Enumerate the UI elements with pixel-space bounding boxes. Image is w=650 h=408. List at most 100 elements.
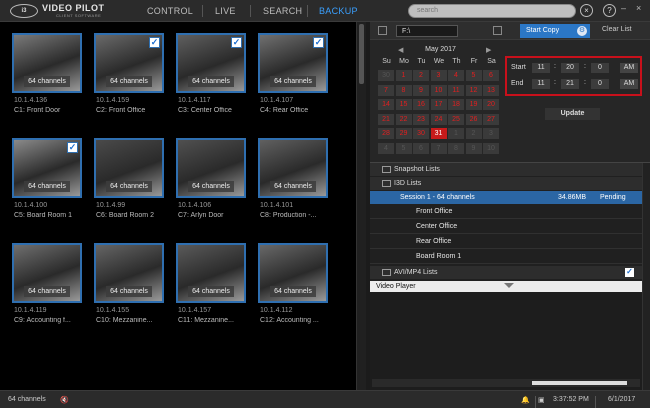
calendar-day[interactable]: 10 [430,84,447,96]
camera-thumbnail[interactable]: 64 channels [258,138,328,198]
camera-checkbox[interactable]: ✓ [231,37,242,48]
camera-thumbnail[interactable]: 64 channels [176,138,246,198]
calendar-day[interactable]: 9 [465,142,482,154]
camera-tile[interactable]: 64 channels 10.1.4.101 C8: Production -... [258,138,328,224]
calendar-day[interactable]: 2 [413,70,429,81]
calendar-day[interactable]: 31 [430,128,447,139]
calendar-day[interactable]: 25 [448,113,464,125]
calendar-day[interactable]: 4 [448,70,464,81]
camera-tile[interactable]: 64 channels 10.1.4.157 C11: Mezzanine... [176,243,246,329]
calendar-day[interactable]: 30 [378,70,394,81]
calendar-day[interactable]: 17 [430,99,447,110]
calendar-day[interactable]: 30 [413,128,429,139]
camera-thumbnail[interactable]: 64 channels [12,33,82,93]
calendar-day[interactable]: 28 [378,128,394,139]
camera-tile[interactable]: 64 channels ✓ 10.1.4.117 C3: Center Office [176,33,246,119]
camera-thumbnail[interactable]: 64 channels ✓ [258,33,328,93]
close-icon[interactable]: × [636,3,641,13]
calendar-day[interactable]: 14 [378,99,394,110]
camera-tile[interactable]: 64 channels 10.1.4.136 C1: Front Door [12,33,82,119]
camera-thumbnail[interactable]: 64 channels [94,138,164,198]
calendar-day[interactable]: 20 [483,99,499,110]
calendar-day[interactable]: 2 [465,128,482,139]
search-input[interactable]: search [408,4,576,18]
calendar-day[interactable]: 27 [483,113,499,125]
alarm-icon[interactable]: 🔔 [521,396,530,404]
camera-tile[interactable]: 64 channels 10.1.4.112 C12: Accounting ... [258,243,328,329]
start-copy-button[interactable]: Start Copy ⚙ [520,24,590,38]
camera-checkbox[interactable]: ✓ [313,37,324,48]
next-month-icon[interactable]: ▶ [486,46,491,54]
camera-tile[interactable]: 64 channels ✓ 10.1.4.107 C4: Rear Office [258,33,328,119]
camera-tile[interactable]: 64 channels ✓ 10.1.4.159 C2: Front Office [94,33,164,119]
session-item[interactable]: Center Office [370,220,642,234]
calendar-day[interactable]: 18 [448,99,464,110]
calendar-day[interactable]: 15 [395,99,412,110]
video-scrollbar[interactable] [372,379,640,387]
calendar-day[interactable]: 8 [448,142,464,154]
nav-search[interactable]: SEARCH [263,6,302,16]
calendar-day[interactable]: 19 [465,99,482,110]
calendar-day[interactable]: 6 [483,70,499,81]
calendar-day[interactable]: 29 [395,128,412,139]
nav-live[interactable]: LIVE [215,6,236,16]
camera-thumbnail[interactable]: 64 channels [12,243,82,303]
end-ampm[interactable]: AM [620,79,638,89]
start-second[interactable]: 0 [591,63,609,73]
help-icon[interactable]: ? [603,4,616,17]
i3d-lists-header[interactable]: I3D Lists [370,177,642,190]
start-hour[interactable]: 11 [532,63,550,73]
calendar-day[interactable]: 23 [413,113,429,125]
session-item[interactable]: Front Office [370,205,642,219]
calendar-day[interactable]: 3 [483,128,499,139]
video-player-bar[interactable]: Video Player [370,281,642,292]
calendar-day[interactable]: 21 [378,113,394,125]
calendar-day[interactable]: 13 [483,84,499,96]
calendar-day[interactable]: 4 [378,142,394,154]
end-hour[interactable]: 11 [532,79,550,89]
folder-icon[interactable] [493,26,502,35]
calendar-day[interactable]: 24 [430,113,447,125]
calendar-day[interactable]: 7 [430,142,447,154]
snapshot-lists-header[interactable]: Snapshot Lists [370,163,642,176]
search-clear-icon[interactable]: × [580,4,593,17]
grid-scrollbar[interactable] [356,22,366,390]
camera-tile[interactable]: 64 channels 10.1.4.99 C6: Board Room 2 [94,138,164,224]
calendar-day[interactable]: 9 [413,84,429,96]
session-row[interactable]: Session 1 - 64 channels 34.86MB Pending [370,191,642,204]
calendar-day[interactable]: 1 [395,70,412,81]
calendar-day[interactable]: 11 [448,84,464,96]
calendar-day[interactable]: 8 [395,84,412,96]
session-item[interactable]: Board Room 1 [370,250,642,264]
minimize-icon[interactable]: – [621,3,626,13]
start-minute[interactable]: 20 [561,63,579,73]
camera-thumbnail[interactable]: 64 channels [258,243,328,303]
camera-checkbox[interactable]: ✓ [67,142,78,153]
camera-tile[interactable]: 64 channels ✓ 10.1.4.100 C5: Board Room 1 [12,138,82,224]
camera-thumbnail[interactable]: 64 channels [94,243,164,303]
calendar-day[interactable]: 5 [465,70,482,81]
session-item[interactable]: Rear Office [370,235,642,249]
camera-thumbnail[interactable]: 64 channels [176,243,246,303]
list-scrollbar[interactable] [642,163,650,391]
calendar-day[interactable]: 26 [465,113,482,125]
end-minute[interactable]: 21 [561,79,579,89]
calendar-day[interactable]: 1 [448,128,464,139]
calendar-day[interactable]: 16 [413,99,429,110]
camera-thumbnail[interactable]: 64 channels ✓ [94,33,164,93]
start-ampm[interactable]: AM [620,63,638,73]
nav-control[interactable]: CONTROL [147,6,193,16]
calendar-day[interactable]: 3 [430,70,447,81]
camera-thumbnail[interactable]: 64 channels ✓ [12,138,82,198]
mute-icon[interactable]: 🔇 [60,396,69,404]
update-button[interactable]: Update [545,108,600,120]
calendar-day[interactable]: 12 [465,84,482,96]
calendar-day[interactable]: 7 [378,84,394,96]
camera-thumbnail[interactable]: 64 channels ✓ [176,33,246,93]
camera-checkbox[interactable]: ✓ [149,37,160,48]
calendar-day[interactable]: 10 [483,142,499,154]
avi-checkbox[interactable]: ✓ [625,268,634,277]
calendar-day[interactable]: 6 [413,142,429,154]
end-second[interactable]: 0 [591,79,609,89]
calendar-day[interactable]: 5 [395,142,412,154]
